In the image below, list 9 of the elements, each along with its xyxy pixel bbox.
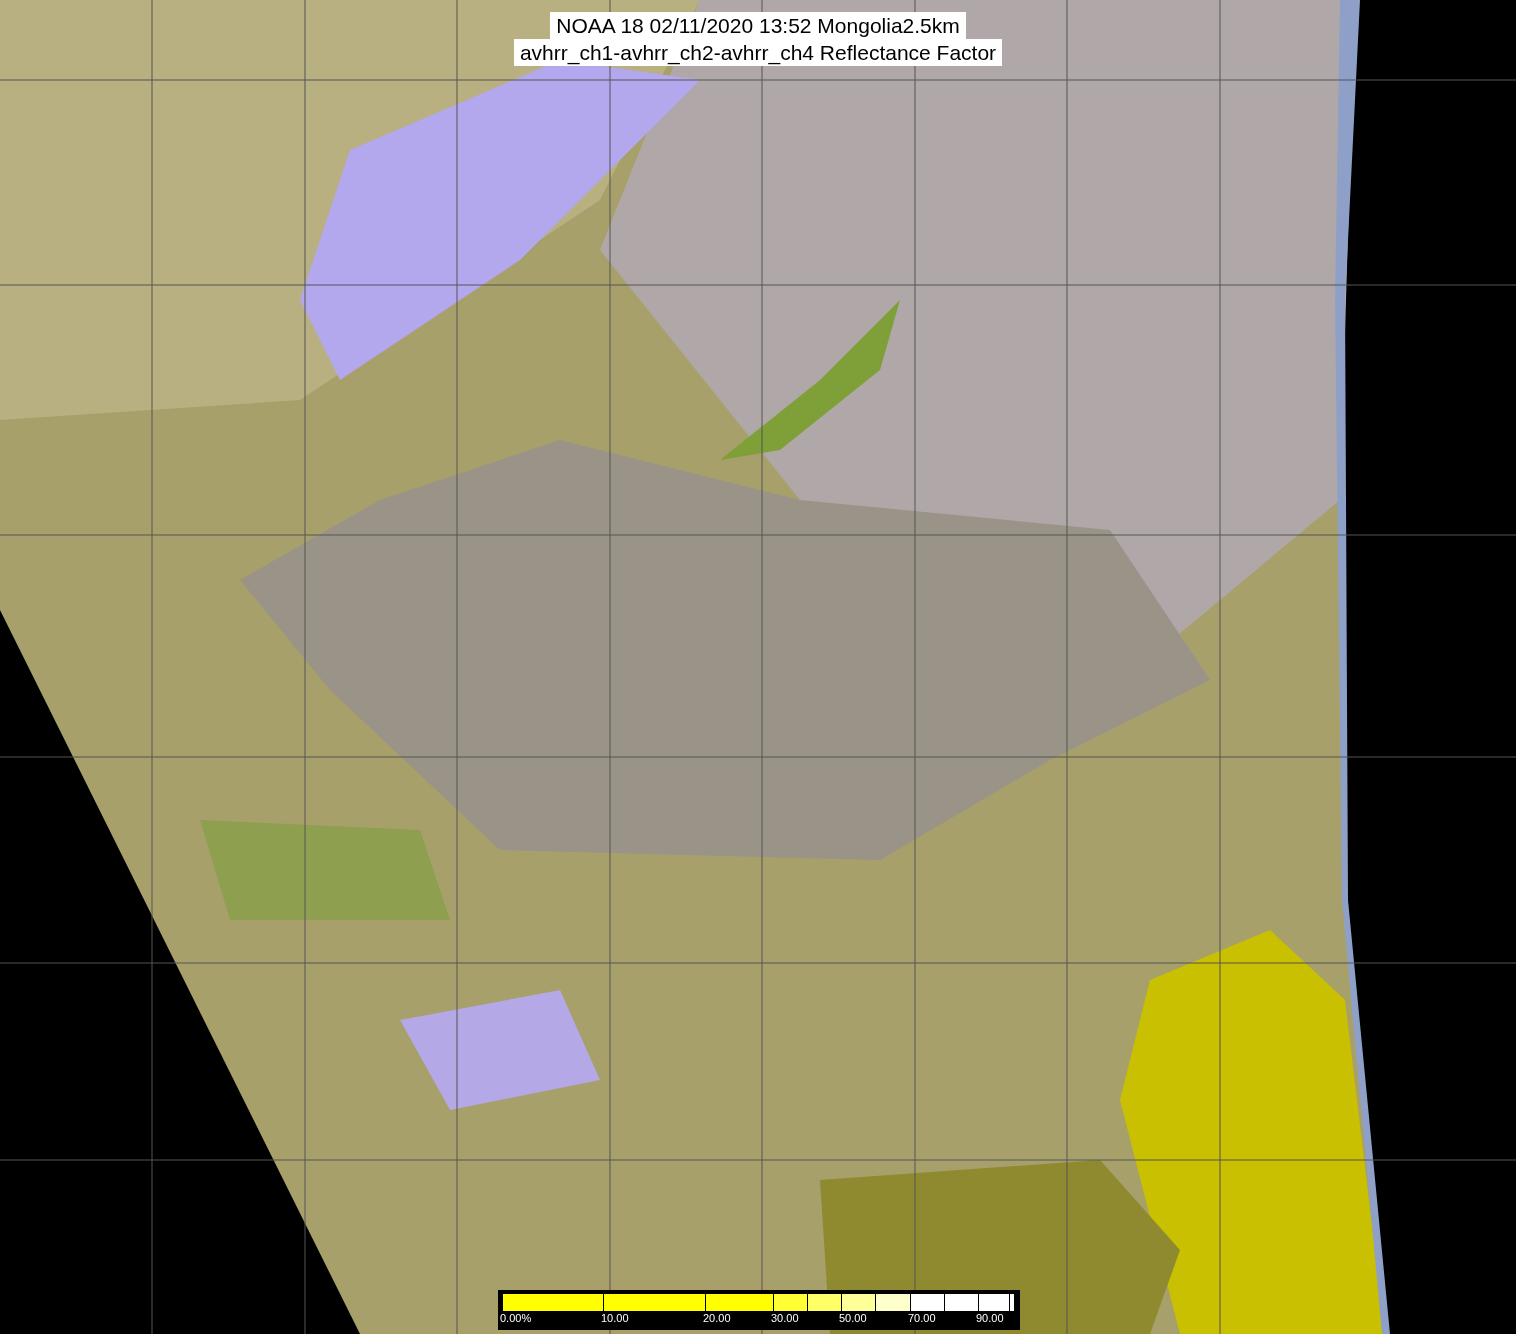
scale-label: 0.00% xyxy=(500,1312,532,1324)
scale-label: 30.00 xyxy=(771,1312,799,1324)
scale-label: 10.00 xyxy=(601,1312,629,1324)
scale-label: 20.00 xyxy=(703,1312,731,1324)
map-subtitle: avhrr_ch1-avhrr_ch2-avhrr_ch4 Reflectance Factor xyxy=(513,39,1003,66)
map-title: NOAA 18 02/11/2020 13:52 Mongolia2.5km xyxy=(550,12,966,39)
scale-label: 90.00 xyxy=(976,1312,1004,1324)
scale-label: 70.00 xyxy=(908,1312,936,1324)
scale-label: 50.00 xyxy=(839,1312,867,1324)
